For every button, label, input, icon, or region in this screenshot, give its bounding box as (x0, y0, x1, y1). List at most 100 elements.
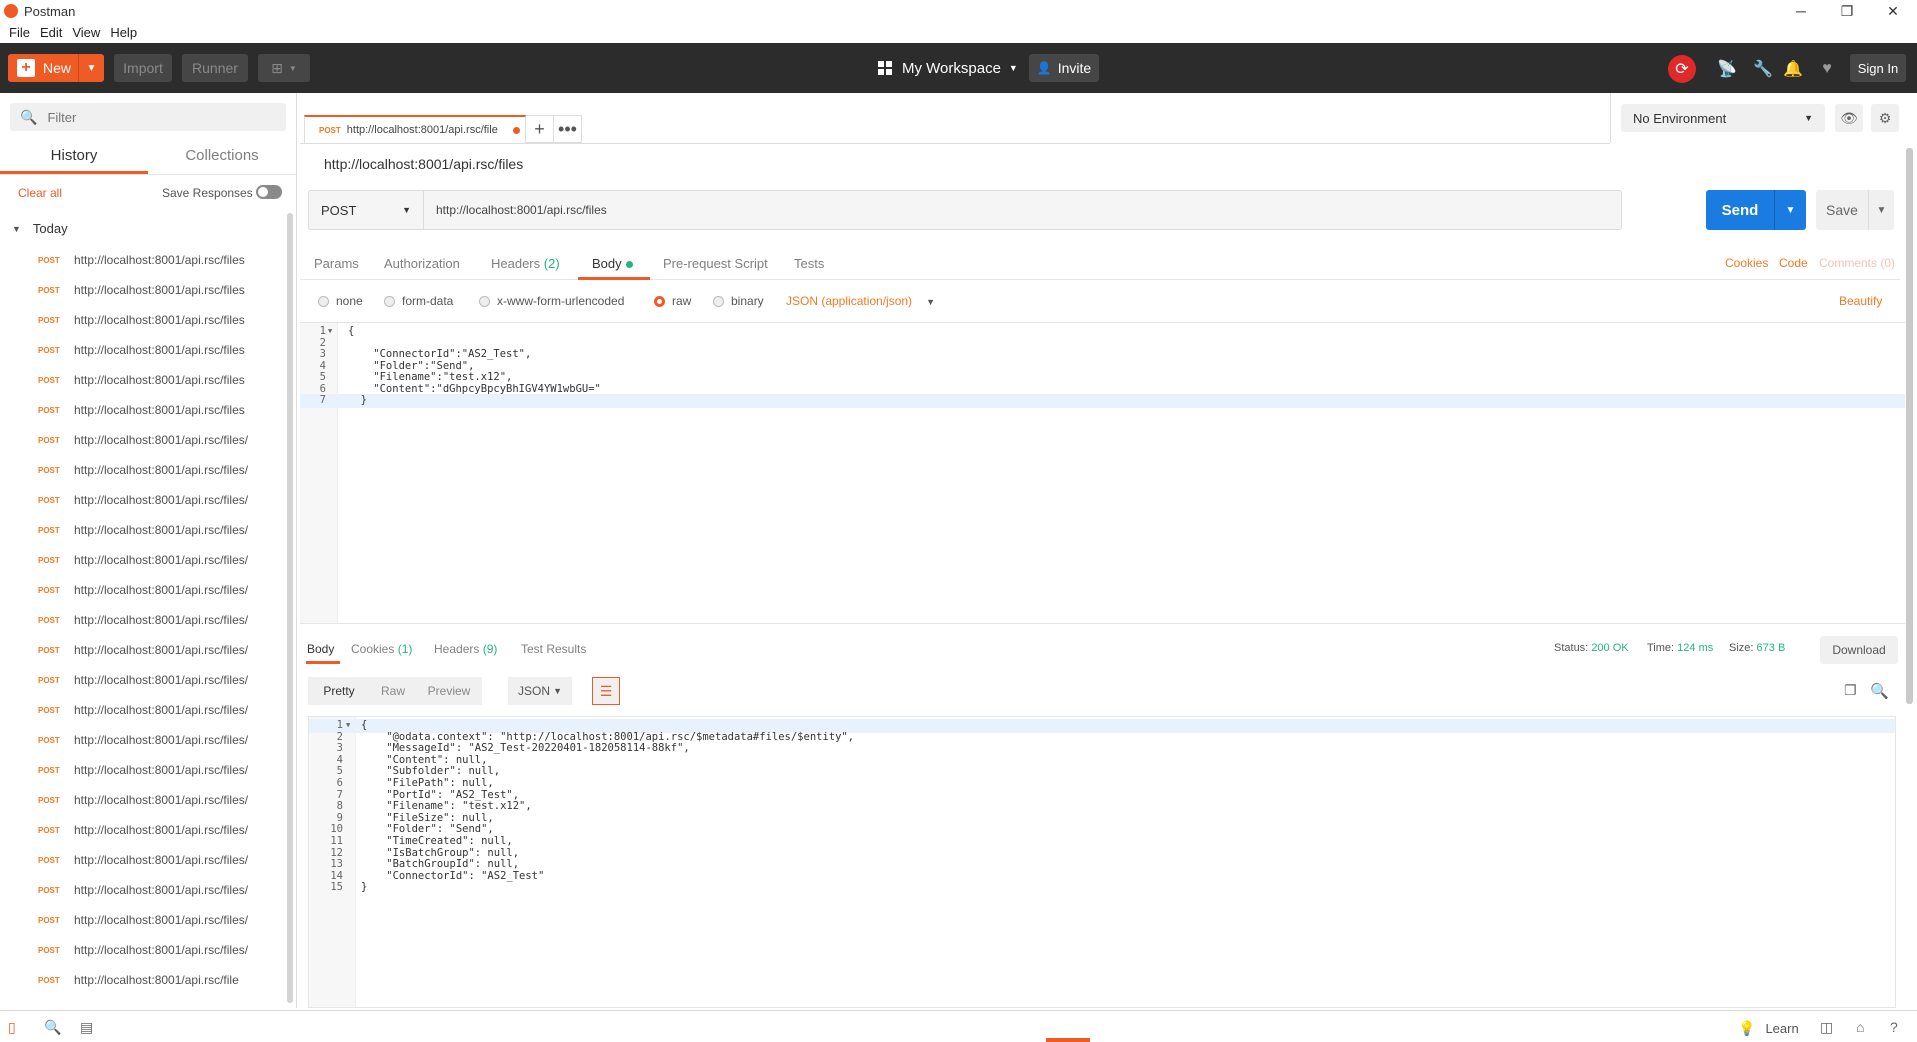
history-item[interactable]: POST http://localhost:8001/api.rsc/files (0, 305, 290, 335)
history-item[interactable]: POST http://localhost:8001/api.rsc/files/ (0, 755, 290, 785)
history-item[interactable]: POST http://localhost:8001/api.rsc/files/ (0, 695, 290, 725)
sync-icon[interactable]: ⟳ (1668, 55, 1696, 83)
help-icon[interactable]: ? (1890, 1019, 1898, 1035)
search-icon[interactable]: 🔍 (1870, 682, 1889, 700)
history-item[interactable]: POST http://localhost:8001/api.rsc/files/ (0, 485, 290, 515)
tab-params[interactable]: Params (314, 256, 359, 271)
content-type-select[interactable]: JSON (application/json) ▼ (786, 294, 935, 308)
history-item[interactable]: POST http://localhost:8001/api.rsc/files/ (0, 905, 290, 935)
request-body-editor[interactable]: 1 ▼ {2 3 "ConnectorId":"AS2_Test", 4 "Folder… (300, 322, 1905, 624)
tab-options-button[interactable]: ••• (554, 115, 582, 143)
history-item[interactable]: POST http://localhost:8001/api.rsc/files/ (0, 875, 290, 905)
menu-file[interactable]: File (9, 25, 30, 40)
history-item[interactable]: POST http://localhost:8001/api.rsc/files/ (0, 725, 290, 755)
runner-button[interactable]: Runner (182, 54, 248, 82)
response-body-viewer[interactable]: 1 ▼ {2 "@odata.context": "http://localhost… (308, 716, 1896, 1008)
bootcamp-icon[interactable]: ⌂ (1856, 1019, 1864, 1035)
tab-tests[interactable]: Tests (794, 256, 824, 271)
history-group-today[interactable]: ▼ Today (12, 221, 68, 236)
manage-environments-button[interactable]: ⚙ (1871, 104, 1899, 132)
response-tab-body[interactable]: Body (307, 642, 334, 656)
environment-select[interactable]: No Environment ▼ (1621, 104, 1825, 132)
view-preview[interactable]: Preview (416, 677, 482, 705)
history-item[interactable]: POST http://localhost:8001/api.rsc/files (0, 245, 290, 275)
filter-input[interactable] (47, 109, 268, 125)
find-icon[interactable]: 🔍 (44, 1019, 61, 1036)
console-icon[interactable]: ▤ (80, 1019, 93, 1036)
radio-binary[interactable]: binary (713, 294, 764, 308)
tab-authorization[interactable]: Authorization (384, 256, 460, 271)
history-item[interactable]: POST http://localhost:8001/api.rsc/files/ (0, 815, 290, 845)
fold-arrow-icon[interactable]: ▼ (346, 721, 350, 729)
request-name[interactable]: http://localhost:8001/api.rsc/files (324, 156, 523, 172)
download-button[interactable]: Download (1820, 636, 1898, 664)
menu-edit[interactable]: Edit (40, 25, 62, 40)
learn-button[interactable]: 💡 Learn (1738, 1020, 1799, 1037)
heart-icon[interactable]: ♥ (1816, 58, 1838, 80)
menu-view[interactable]: View (72, 25, 100, 40)
history-item[interactable]: POST http://localhost:8001/api.rsc/files/ (0, 665, 290, 695)
new-button[interactable]: + New ▼ (8, 54, 104, 82)
history-item[interactable]: POST http://localhost:8001/api.rsc/files (0, 335, 290, 365)
history-item[interactable]: POST http://localhost:8001/api.rsc/files (0, 395, 290, 425)
history-item[interactable]: POST http://localhost:8001/api.rsc/files/ (0, 425, 290, 455)
history-item[interactable]: POST http://localhost:8001/api.rsc/files/ (0, 605, 290, 635)
new-tab-button[interactable]: + (526, 115, 554, 143)
main-scrollbar[interactable] (1906, 148, 1913, 704)
url-input[interactable]: http://localhost:8001/api.rsc/files (424, 190, 1622, 230)
fold-arrow-icon[interactable]: ▼ (328, 327, 332, 335)
radio-x-www-form-urlencoded[interactable]: x-www-form-urlencoded (479, 294, 624, 308)
minimize-button[interactable]: ─ (1778, 0, 1824, 22)
tab-headers[interactable]: Headers (2) (491, 256, 560, 271)
maximize-button[interactable]: ❐ (1824, 0, 1870, 22)
invite-button[interactable]: 👤 Invite (1029, 54, 1099, 82)
cookies-link[interactable]: Cookies (1725, 256, 1768, 270)
filter-box[interactable]: 🔍 (10, 103, 286, 131)
sidebar-scrollbar[interactable] (287, 213, 293, 1003)
history-item[interactable]: POST http://localhost:8001/api.rsc/files/ (0, 545, 290, 575)
send-dropdown-caret-icon[interactable]: ▼ (1774, 190, 1806, 230)
tab-history[interactable]: History (0, 139, 148, 174)
history-item[interactable]: POST http://localhost:8001/api.rsc/files/ (0, 935, 290, 965)
send-button[interactable]: Send ▼ (1706, 190, 1806, 230)
history-item[interactable]: POST http://localhost:8001/api.rsc/files/ (0, 635, 290, 665)
radio-raw[interactable]: raw (654, 294, 691, 308)
tab-body[interactable]: Body (592, 256, 633, 271)
menu-help[interactable]: Help (110, 25, 137, 40)
sign-in-button[interactable]: Sign In (1850, 54, 1906, 82)
beautify-link[interactable]: Beautify (1839, 294, 1882, 308)
history-item[interactable]: POST http://localhost:8001/api.rsc/file (0, 965, 290, 995)
response-format-select[interactable]: JSON ▼ (508, 677, 572, 705)
code-link[interactable]: Code (1779, 256, 1808, 270)
save-dropdown-caret-icon[interactable]: ▼ (1868, 190, 1894, 230)
method-select[interactable]: POST ▼ (308, 190, 424, 230)
comments-link[interactable]: Comments (0) (1819, 256, 1895, 270)
wrap-lines-button[interactable]: ☰ (592, 677, 620, 705)
history-item[interactable]: POST http://localhost:8001/api.rsc/files/ (0, 515, 290, 545)
response-tab-headers[interactable]: Headers (9) (434, 642, 497, 656)
request-tab[interactable]: POST http://localhost:8001/api.rsc/file (304, 115, 526, 143)
two-pane-view-icon[interactable]: ◫ (1820, 1019, 1833, 1036)
radio-none[interactable]: none (318, 294, 363, 308)
workspace-selector[interactable]: My Workspace ▼ (878, 54, 1018, 82)
settings-wrench-icon[interactable]: 🔧 (1752, 58, 1774, 80)
view-raw[interactable]: Raw (370, 677, 416, 705)
history-item[interactable]: POST http://localhost:8001/api.rsc/files/ (0, 575, 290, 605)
satellite-icon[interactable]: 📡 (1716, 58, 1738, 80)
history-item[interactable]: POST http://localhost:8001/api.rsc/files/ (0, 455, 290, 485)
bell-icon[interactable]: 🔔 (1782, 58, 1804, 80)
response-tab-cookies[interactable]: Cookies (1) (351, 642, 412, 656)
history-item[interactable]: POST http://localhost:8001/api.rsc/files/ (0, 845, 290, 875)
copy-icon[interactable]: ❐ (1844, 682, 1857, 699)
new-dropdown-caret-icon[interactable]: ▼ (78, 54, 104, 82)
close-button[interactable]: ✕ (1870, 0, 1916, 22)
history-item[interactable]: POST http://localhost:8001/api.rsc/files/ (0, 785, 290, 815)
radio-form-data[interactable]: form-data (384, 294, 453, 308)
tab-pre-request-script[interactable]: Pre-request Script (663, 256, 768, 271)
new-window-button[interactable]: ⊞ ▼ (258, 54, 310, 82)
history-item[interactable]: POST http://localhost:8001/api.rsc/files (0, 365, 290, 395)
environment-quick-look-button[interactable]: 👁 (1835, 104, 1863, 132)
view-pretty[interactable]: Pretty (308, 677, 370, 705)
tab-collections[interactable]: Collections (148, 139, 296, 174)
save-responses-toggle[interactable] (256, 185, 282, 199)
